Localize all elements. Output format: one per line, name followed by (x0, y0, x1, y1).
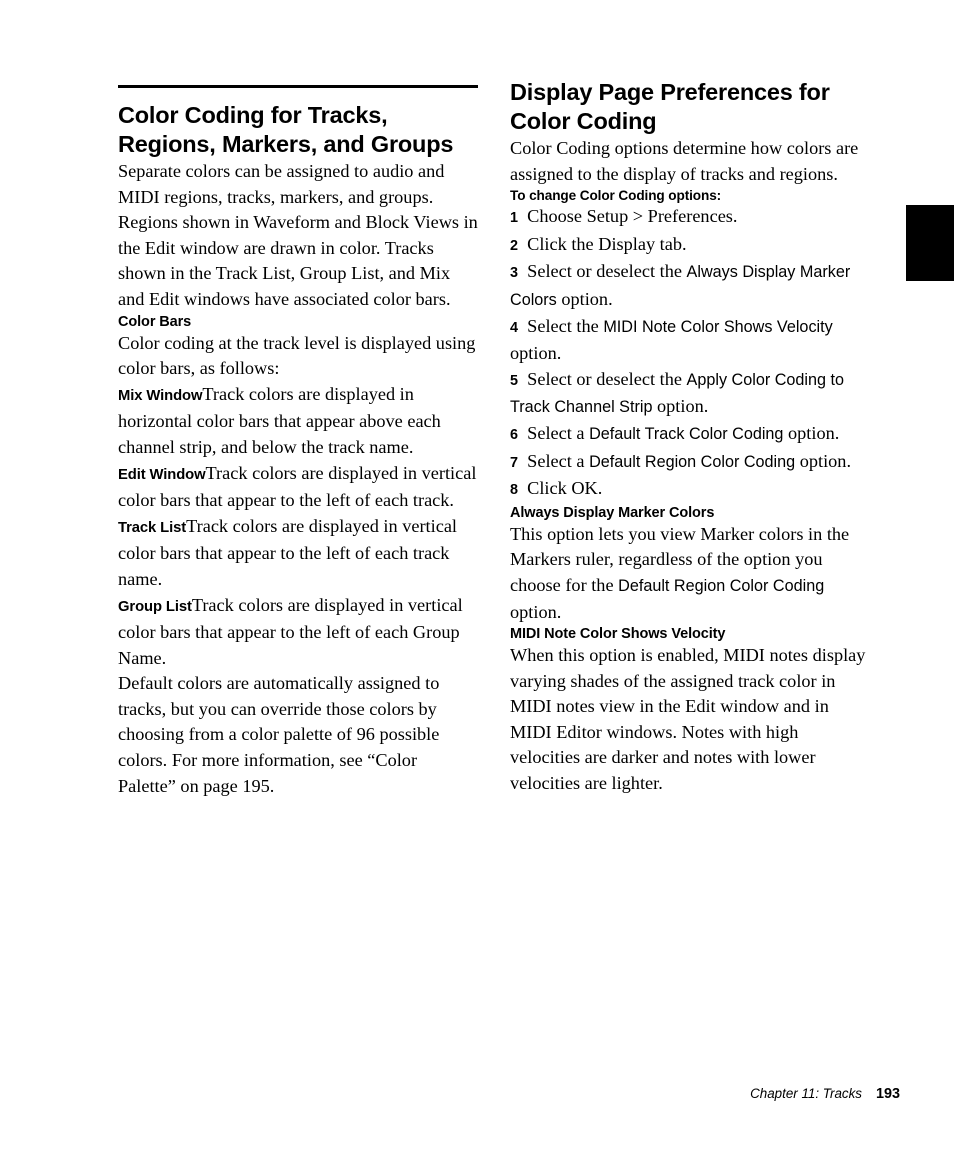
marker-colors-ui-name: Default Region Color Coding (618, 576, 825, 595)
step-number: 6 (510, 426, 519, 443)
definition-track-list: Track ListTrack colors are displayed in … (118, 514, 478, 593)
step-ui-name: Default Track Color Coding (589, 424, 784, 443)
step-item: 4 Select the MIDI Note Color Shows Veloc… (510, 314, 870, 367)
step-item: 6 Select a Default Track Color Coding op… (510, 421, 870, 449)
heading-color-bars: Color Bars (118, 313, 192, 330)
step-text: Select or deselect the (527, 368, 687, 389)
footer-chapter-label: Chapter 11: Tracks (750, 1086, 862, 1101)
step-text-tail: option. (652, 396, 709, 417)
page-title: Color Coding for Tracks, Regions, Marker… (118, 102, 454, 157)
closing-paragraph: Default colors are automatically assigne… (118, 673, 440, 796)
step-item: 7 Select a Default Region Color Coding o… (510, 449, 870, 477)
left-column: Color Coding for Tracks, Regions, Marker… (118, 78, 478, 799)
page-thumb-tab-marker (906, 205, 954, 281)
step-number: 1 (510, 210, 519, 227)
definition-edit-window: Edit WindowTrack colors are displayed in… (118, 461, 478, 514)
step-number: 4 (510, 319, 519, 336)
marker-colors-paragraph: This option lets you view Marker colors … (510, 522, 870, 625)
step-text: Select a (527, 450, 590, 471)
right-column: Display Page Preferences for Color Codin… (510, 78, 870, 797)
definition-term: Edit Window (118, 466, 206, 483)
section-intro-paragraph: Color Coding options determine how color… (510, 138, 859, 184)
definition-term: Track List (118, 519, 187, 536)
color-bars-intro-paragraph: Color coding at the track level is displ… (118, 332, 476, 379)
step-text-tail: option. (795, 450, 852, 471)
definition-group-list: Group ListTrack colors are displayed in … (118, 593, 478, 672)
document-page: Color Coding for Tracks, Regions, Marker… (0, 0, 954, 1159)
step-text: Select or deselect the (527, 261, 687, 282)
velocity-paragraph: When this option is enabled, MIDI notes … (510, 645, 866, 794)
step-item: 8 Click OK. (510, 476, 870, 504)
step-ui-name: Default Region Color Coding (589, 452, 796, 471)
step-item: 5 Select or deselect the Apply Color Cod… (510, 367, 870, 421)
section-title: Display Page Preferences for Color Codin… (510, 79, 830, 134)
step-item: 2 Click the Display tab. (510, 232, 870, 260)
step-text-tail: option. (556, 288, 613, 309)
page-footer: Chapter 11: Tracks 193 (118, 1085, 900, 1103)
procedure-heading: To change Color Coding options: (510, 188, 722, 204)
step-number: 3 (510, 265, 519, 282)
step-text: Click the Display tab. (527, 233, 687, 254)
step-text: Click OK. (527, 478, 603, 499)
step-text: Choose Setup > Preferences. (527, 206, 738, 227)
footer-page-number: 193 (875, 1086, 900, 1102)
heading-always-display-marker-colors: Always Display Marker Colors (510, 504, 715, 521)
step-ui-name: MIDI Note Color Shows Velocity (603, 317, 833, 336)
definition-mix-window: Mix WindowTrack colors are displayed in … (118, 382, 478, 461)
definition-term: Group List (118, 598, 192, 615)
intro-paragraph: Separate colors can be assigned to audio… (118, 161, 478, 309)
step-text: Select the (527, 315, 604, 336)
step-text: Select a (527, 422, 590, 443)
step-number: 5 (510, 372, 519, 389)
step-number: 2 (510, 237, 519, 254)
step-text-tail: option. (510, 343, 562, 364)
marker-colors-text-tail: option. (510, 601, 562, 622)
definition-term: Mix Window (118, 387, 203, 404)
title-rule-divider (118, 85, 478, 88)
heading-midi-note-color-shows-velocity: MIDI Note Color Shows Velocity (510, 626, 726, 643)
step-item: 1 Choose Setup > Preferences. (510, 204, 870, 232)
step-number: 8 (510, 482, 519, 499)
step-number: 7 (510, 454, 519, 471)
step-item: 3 Select or deselect the Always Display … (510, 259, 870, 313)
step-text-tail: option. (783, 422, 840, 443)
